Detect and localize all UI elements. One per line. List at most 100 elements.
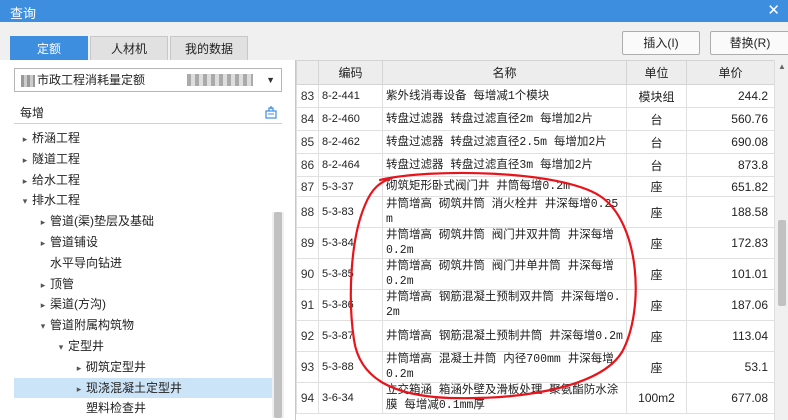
library-select[interactable]: 市政工程消耗量定额 ▼ [14, 68, 282, 92]
caret-right-icon[interactable]: ▸ [18, 129, 32, 150]
search-input[interactable]: 每增 [14, 102, 282, 124]
caret-right-icon[interactable]: ▸ [18, 171, 32, 192]
caret-right-icon[interactable]: ▸ [18, 150, 32, 171]
price-cell: 172.83 [686, 227, 774, 259]
code-cell: 5-3-85 [318, 258, 383, 290]
table-row[interactable]: 91 5-3-86 井筒增高 钢筋混凝土预制双井筒 井深每增0.2m 座 187.06 [296, 289, 774, 321]
tree-node[interactable]: ▸ 顶管 [14, 274, 282, 295]
caret-right-icon[interactable]: ▸ [72, 379, 86, 400]
name-cell: 井筒增高 钢筋混凝土预制双井筒 井深每增0.2m [382, 289, 627, 321]
code-cell: 8-2-462 [318, 130, 383, 154]
left-panel: 市政工程消耗量定额 ▼ 每增 ▸ 桥涵工程 ▸ 隧道工程 ▸ 给水工程 ▾ 排水工程 ▸ 管道(渠… [0, 60, 296, 420]
price-cell: 113.04 [686, 320, 774, 352]
code-cell: 5-3-86 [318, 289, 383, 321]
tree-node[interactable]: ▸ 给水工程 [14, 170, 282, 191]
unit-cell: 100m2 [626, 382, 687, 414]
replace-button[interactable]: 替换(R) [710, 31, 788, 55]
window-titlebar: 查询 ✕ [0, 0, 788, 22]
table-row[interactable]: 88 5-3-83 井筒增高 砌筑井筒 消火栓井 井深每增0.25m 座 188.58 [296, 196, 774, 228]
search-icon[interactable] [264, 105, 278, 119]
table-row[interactable]: 89 5-3-84 井筒增高 砌筑井筒 阀门井双井筒 井深每增0.2m 座 172.83 [296, 227, 774, 259]
table-row[interactable]: 94 3-6-34 立交箱涵 箱涵外壁及滑板处理 聚氨酯防水涂膜 每增减0.1mm厚… [296, 382, 774, 414]
tab-quota[interactable]: 定额 [10, 36, 88, 60]
column-header-index [296, 60, 319, 85]
tree-node-label: 排水工程 [32, 193, 81, 208]
caret-right-icon[interactable]: ▸ [36, 275, 50, 296]
code-cell: 8-2-441 [318, 84, 383, 108]
table-row[interactable]: 93 5-3-88 井筒增高 混凝土井筒 内径700mm 井深每增0.2m 座 53.1 [296, 351, 774, 383]
tree-scrollbar[interactable] [272, 212, 284, 418]
row-number: 83 [296, 84, 319, 108]
price-cell: 101.01 [686, 258, 774, 290]
row-number: 94 [296, 382, 319, 414]
caret-right-icon[interactable]: ▸ [36, 233, 50, 254]
tab-my-data[interactable]: 我的数据 [170, 36, 248, 60]
tree-node-label: 给水工程 [32, 172, 81, 187]
tree-node[interactable]: ▸ 现浇混凝土定型井 [14, 377, 282, 400]
unit-cell: 座 [626, 227, 687, 259]
row-number: 88 [296, 196, 319, 228]
scroll-up-icon[interactable]: ▲ [778, 62, 786, 71]
row-number: 87 [296, 176, 319, 197]
code-cell: 5-3-37 [318, 176, 383, 197]
table-row[interactable]: 86 8-2-464 转盘过滤器 转盘过滤直径3m 每增加2片台 873.8 [296, 153, 774, 177]
table-row[interactable]: 92 5-3-87 井筒增高 钢筋混凝土预制井筒 井深每增0.2m 座 113.04 [296, 320, 774, 352]
price-cell: 873.8 [686, 153, 774, 177]
code-cell: 5-3-88 [318, 351, 383, 383]
name-cell: 井筒增高 钢筋混凝土预制井筒 井深每增0.2m [382, 320, 627, 352]
tree-node[interactable]: ▸ 渠道(方沟) [14, 294, 282, 315]
tree-node[interactable]: ▸ 隧道工程 [14, 149, 282, 170]
tree-node[interactable]: ▾ 管道附属构筑物 [14, 315, 282, 336]
tree-node[interactable]: ▸ 砌筑定型井 [14, 357, 282, 378]
tree-node[interactable]: ▾ 排水工程 [14, 190, 282, 211]
table-row[interactable]: 83 8-2-441 紫外线消毒设备 每增减1个模块 模块组 244.2 [296, 84, 774, 108]
name-cell: 紫外线消毒设备 每增减1个模块 [382, 84, 627, 108]
tree-node-label: 隧道工程 [32, 151, 81, 166]
column-header-code[interactable]: 编码 [318, 60, 383, 85]
column-header-name[interactable]: 名称 [382, 60, 627, 85]
tree-node[interactable]: ▸ 管道(渠)垫层及基础 [14, 211, 282, 232]
caret-right-icon[interactable]: ▸ [36, 212, 50, 233]
tree-node[interactable]: ▾ 定型井 [14, 336, 282, 357]
price-cell: 188.58 [686, 196, 774, 228]
code-cell: 3-6-34 [318, 382, 383, 414]
close-icon[interactable]: ✕ [767, 1, 780, 19]
result-grid: 编码 名称 单位 单价 83 8-2-441 紫外线消毒设备 每增减1个模块 模块组 2… [296, 60, 774, 420]
row-number: 89 [296, 227, 319, 259]
grid-scrollbar-thumb[interactable] [778, 220, 786, 306]
row-number: 85 [296, 130, 319, 154]
column-header-price[interactable]: 单价 [686, 60, 774, 85]
price-cell: 560.76 [686, 107, 774, 131]
caret-down-icon[interactable]: ▾ [18, 191, 32, 212]
tree-node[interactable]: ▸ 桥涵工程 [14, 128, 282, 149]
grid-scrollbar[interactable]: ▲ [774, 60, 788, 420]
insert-button[interactable]: 插入(I) [622, 31, 700, 55]
tree-scrollbar-thumb[interactable] [274, 212, 282, 418]
price-cell: 244.2 [686, 84, 774, 108]
tree-node-label: 顶管 [50, 276, 75, 291]
category-tree: ▸ 桥涵工程 ▸ 隧道工程 ▸ 给水工程 ▾ 排水工程 ▸ 管道(渠)垫层及基础 ▸ 管道铺设 水平导向… [14, 128, 282, 420]
tab-labor-material-machine[interactable]: 人材机 [90, 36, 168, 60]
name-cell: 立交箱涵 箱涵外壁及滑板处理 聚氨酯防水涂膜 每增减0.1mm厚 [382, 382, 627, 414]
redacted-mark [187, 74, 253, 86]
row-number: 90 [296, 258, 319, 290]
table-row[interactable]: 84 8-2-460 转盘过滤器 转盘过滤直径2m 每增加2片台 560.76 [296, 107, 774, 131]
price-cell: 690.08 [686, 130, 774, 154]
toolbar: 定额 人材机 我的数据 插入(I) 替换(R) [0, 22, 788, 60]
name-cell: 砌筑矩形卧式阀门井 井筒每增0.2m [382, 176, 627, 197]
unit-cell: 座 [626, 258, 687, 290]
tree-node[interactable]: 塑料检查井 [14, 398, 282, 419]
caret-down-icon[interactable]: ▾ [36, 316, 50, 337]
chevron-down-icon[interactable]: ▼ [266, 69, 275, 91]
caret-right-icon[interactable]: ▸ [36, 295, 50, 316]
table-row[interactable]: 90 5-3-85 井筒增高 砌筑井筒 阀门井单井筒 井深每增0.2m 座 101.01 [296, 258, 774, 290]
tree-node[interactable]: 水平导向钻进 [14, 253, 282, 274]
caret-right-icon[interactable]: ▸ [72, 358, 86, 379]
table-row[interactable]: 87 5-3-37 砌筑矩形卧式阀门井 井筒每增0.2m 座 651.82 [296, 176, 774, 197]
column-header-unit[interactable]: 单位 [626, 60, 687, 85]
unit-cell: 台 [626, 130, 687, 154]
caret-down-icon[interactable]: ▾ [54, 337, 68, 358]
tree-node[interactable]: ▸ 管道铺设 [14, 232, 282, 253]
table-row[interactable]: 85 8-2-462 转盘过滤器 转盘过滤直径2.5m 每增加2片台 690.08 [296, 130, 774, 154]
redacted-mark [21, 74, 35, 87]
